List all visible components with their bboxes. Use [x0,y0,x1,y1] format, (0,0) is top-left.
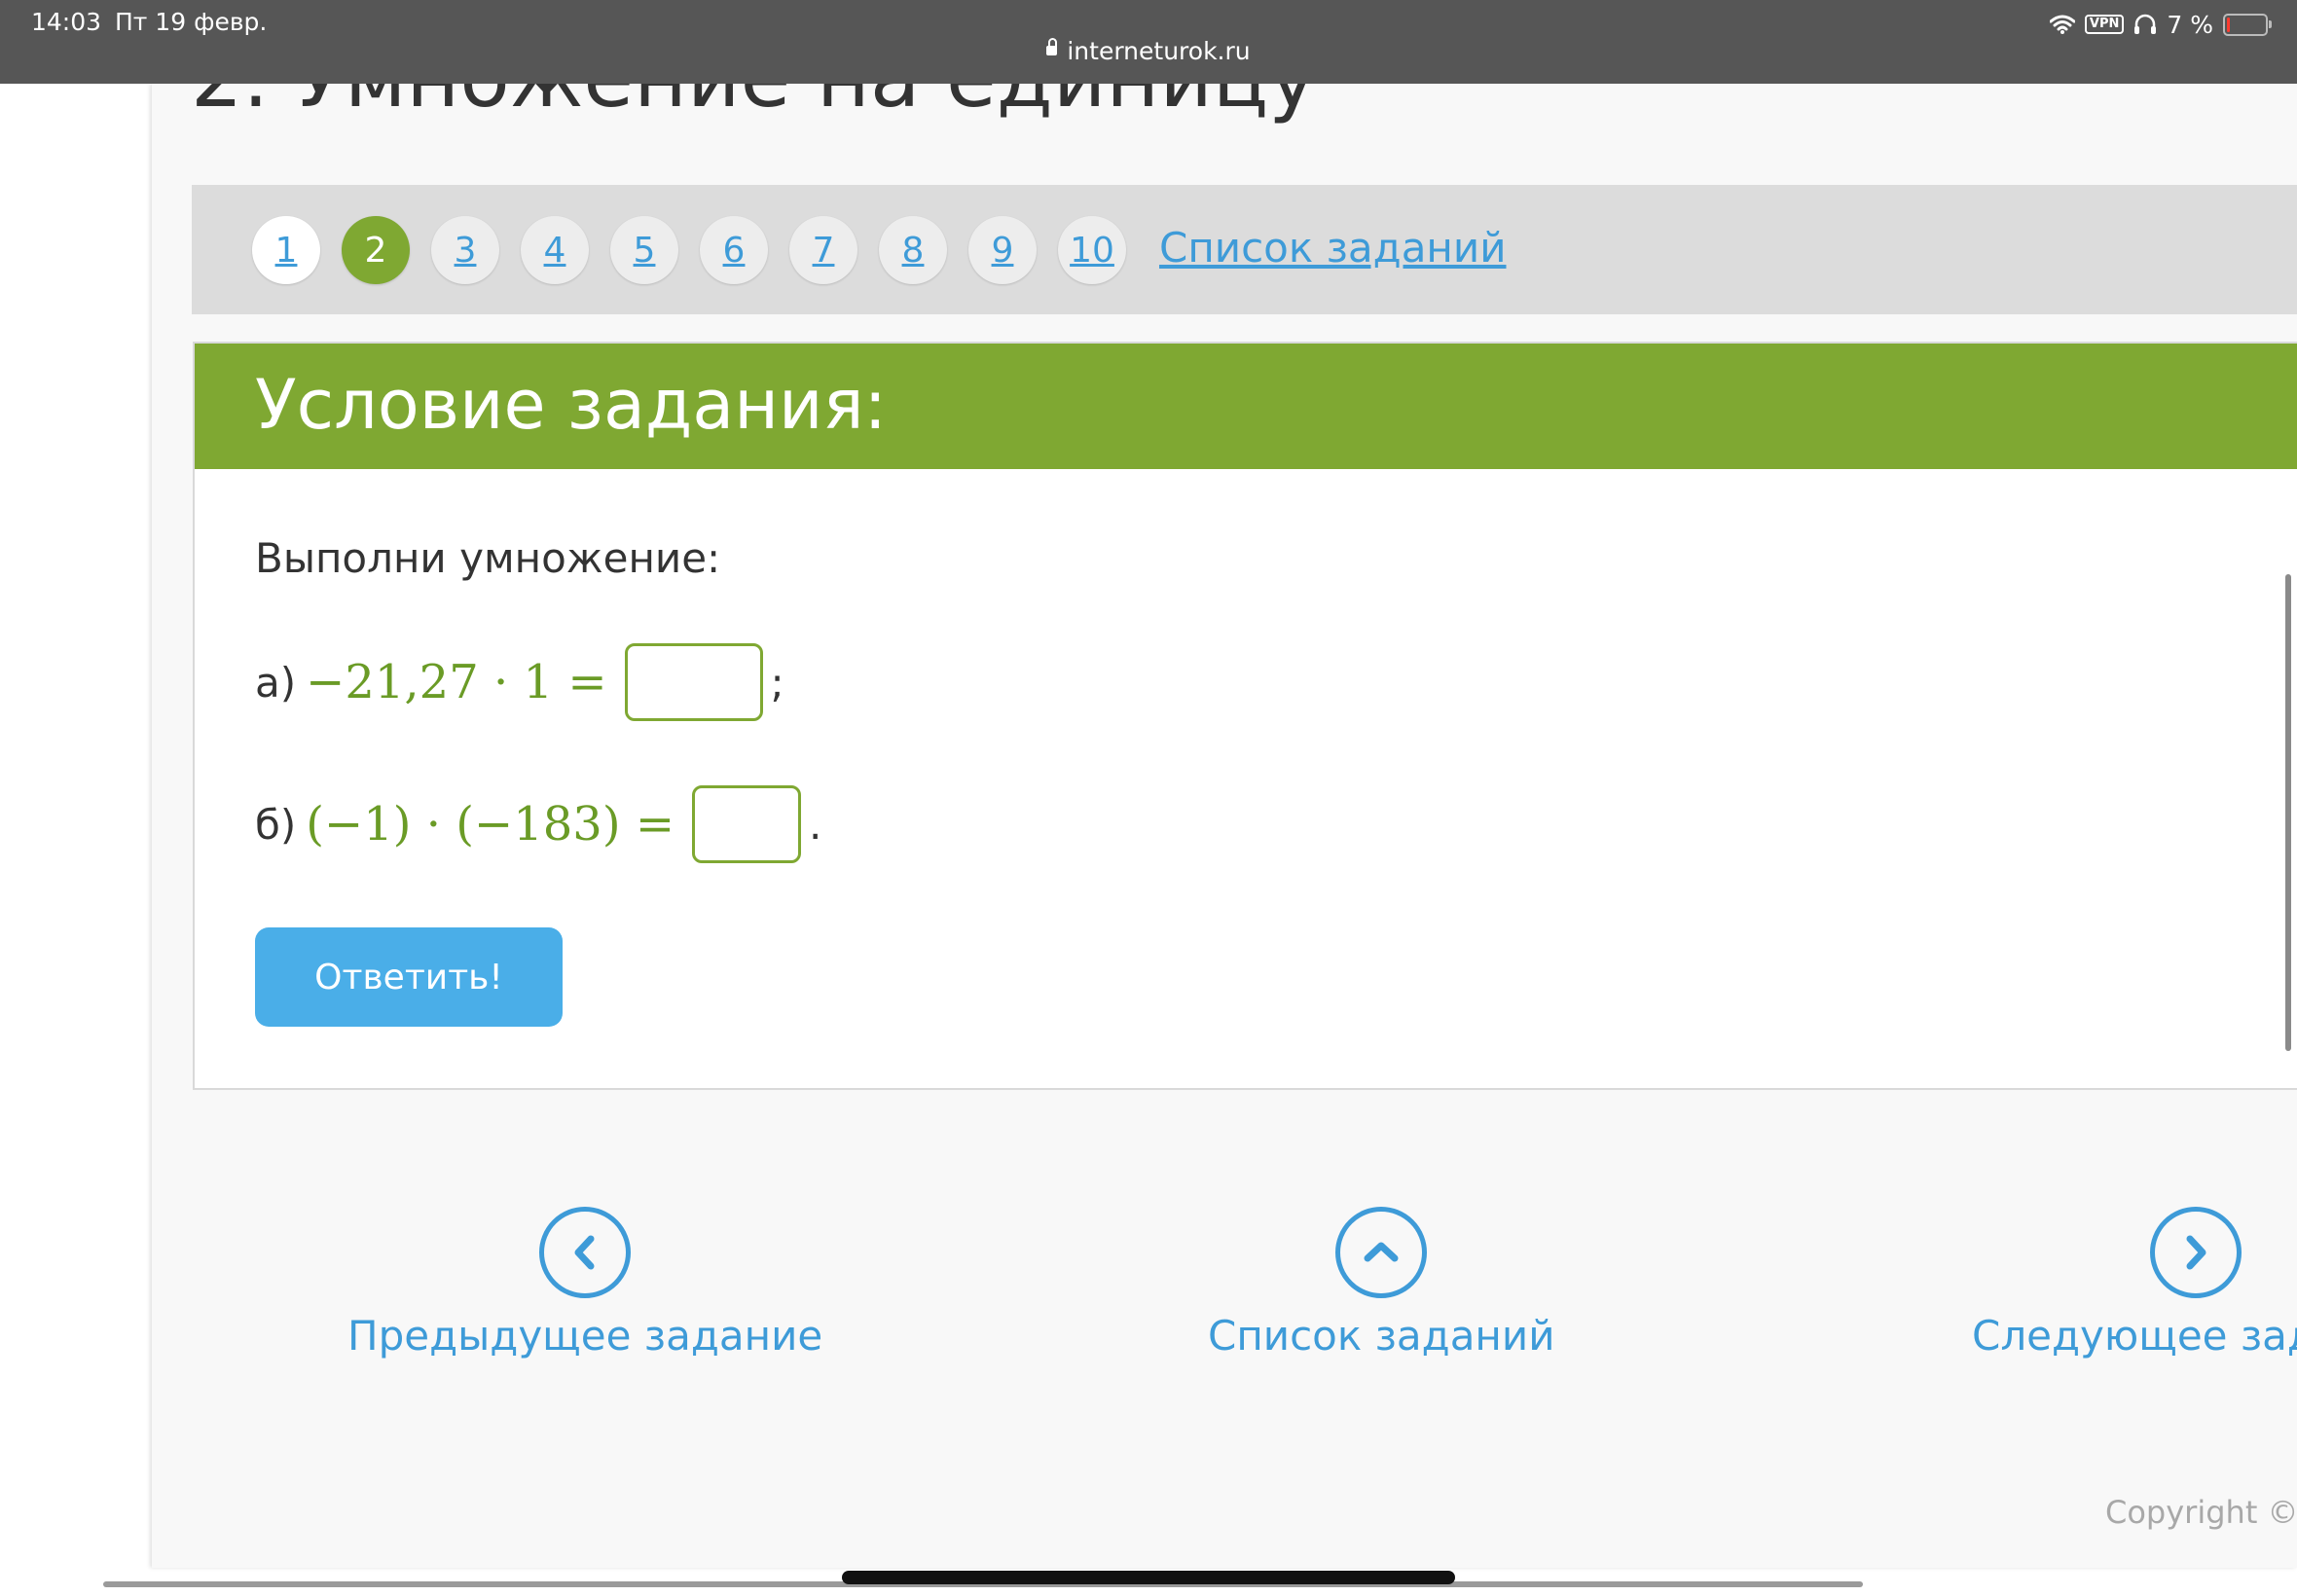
battery-percent: 7 % [2167,10,2213,39]
next-task-nav[interactable]: Следующее задание [1972,1207,2297,1360]
battery-icon [2223,13,2272,36]
task-line-label: а) [255,658,297,707]
pager-item-8[interactable]: 8 [879,216,947,284]
wifi-icon [2049,15,2075,34]
pager-item-9[interactable]: 9 [968,216,1037,284]
pager-item-4[interactable]: 4 [521,216,589,284]
submit-answer-button[interactable]: Ответить! [255,927,563,1027]
task-panel: Условие задания: Выполни умножение: а) −… [193,342,2297,1090]
next-task-link[interactable]: Следующее задание [1972,1312,2297,1360]
headphones-icon [2134,14,2157,34]
pager-item-3[interactable]: 3 [431,216,499,284]
task-line-punct: . [809,800,822,849]
pager-item-7[interactable]: 7 [789,216,857,284]
task-pager: 1 2 3 4 5 6 7 8 9 10 Список заданий [192,185,2297,314]
task-prompt: Выполни умножение: [255,534,721,582]
battery-fill [2227,17,2230,32]
home-indicator[interactable] [842,1571,1455,1584]
lock-icon [1046,38,1058,55]
status-date: Пт 19 февр. [115,8,268,36]
pager-item-2[interactable]: 2 [342,216,410,284]
task-expression: (−1) · (−183) = [306,797,675,852]
pager-task-list-link[interactable]: Список заданий [1159,224,1507,272]
chevron-right-icon[interactable] [2149,1207,2242,1298]
task-header-title: Условие задания: [255,365,888,445]
task-line-label: б) [255,800,297,849]
chevron-left-icon[interactable] [539,1207,632,1298]
task-line-a: а) −21,27 · 1 = ; [255,640,784,724]
scrollbar[interactable] [2285,574,2291,1051]
status-bar: 14:03 Пт 19 февр. interneturok.ru VPN 7 … [0,0,2297,84]
task-list-nav[interactable]: Список заданий [1208,1207,1555,1360]
status-icons: VPN 7 % [2049,10,2272,39]
task-line-b: б) (−1) · (−183) = . [255,782,821,866]
chevron-up-icon[interactable] [1335,1207,1428,1298]
copyright: Copyright © 2 [2105,1494,2297,1531]
screen: 2. Умножение на единицу 14:03 Пт 19 февр… [0,0,2297,1596]
task-list-link[interactable]: Список заданий [1208,1312,1555,1360]
task-header: Условие задания: [195,344,2297,469]
answer-input-a[interactable] [624,643,763,721]
pager-item-10[interactable]: 10 [1058,216,1126,284]
task-line-punct: ; [770,658,784,707]
prev-task-link[interactable]: Предыдущее задание [347,1312,822,1360]
pager-item-5[interactable]: 5 [610,216,678,284]
task-expression: −21,27 · 1 = [306,655,607,709]
pager-item-1[interactable]: 1 [252,216,320,284]
answer-input-b[interactable] [692,785,802,863]
vpn-icon: VPN [2084,15,2125,34]
status-time: 14:03 [31,8,102,36]
prev-task-nav[interactable]: Предыдущее задание [347,1207,822,1360]
url-text: interneturok.ru [1067,37,1251,65]
pager-item-6[interactable]: 6 [700,216,768,284]
address-bar[interactable]: interneturok.ru [0,37,2297,65]
